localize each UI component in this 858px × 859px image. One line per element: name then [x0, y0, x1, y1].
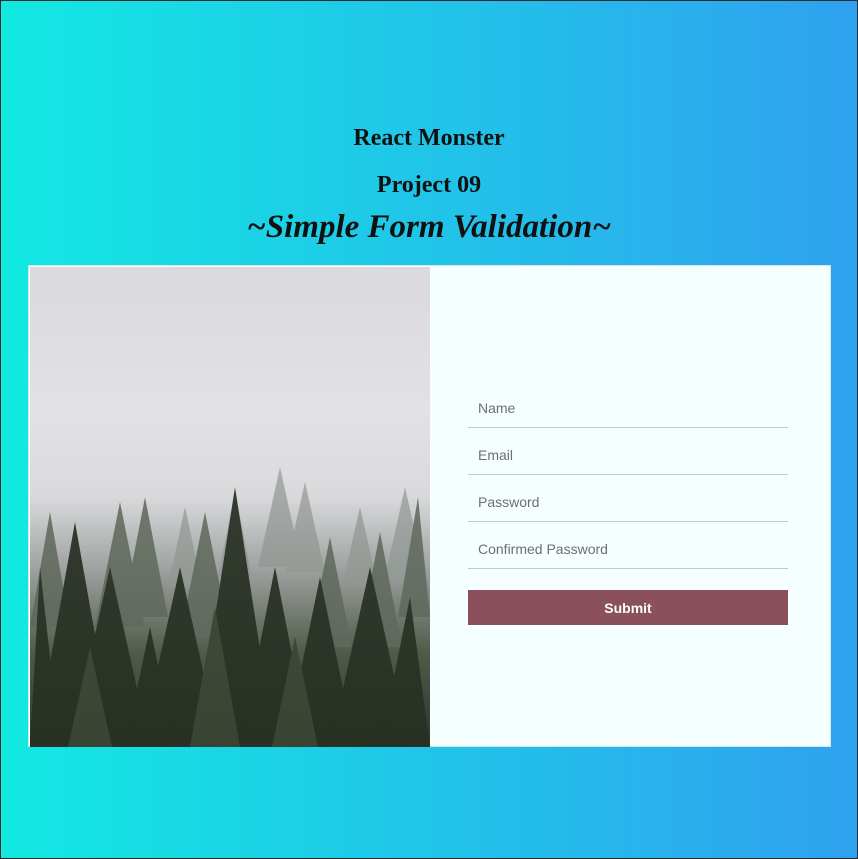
- form-container: Submit: [28, 265, 831, 747]
- submit-button[interactable]: Submit: [468, 590, 788, 625]
- email-input[interactable]: [468, 436, 788, 474]
- email-field-wrapper: [468, 436, 788, 475]
- confirm-password-input[interactable]: [468, 530, 788, 568]
- project-number: Project 09: [376, 172, 482, 198]
- password-input[interactable]: [468, 483, 788, 521]
- site-title: React Monster: [353, 125, 505, 151]
- name-field-wrapper: [468, 389, 788, 428]
- name-input[interactable]: [468, 389, 788, 427]
- signup-form: [468, 389, 788, 577]
- password-field-wrapper: [468, 483, 788, 522]
- page-title: ~Simple Form Validation~: [246, 209, 611, 245]
- confirm-password-field-wrapper: [468, 530, 788, 569]
